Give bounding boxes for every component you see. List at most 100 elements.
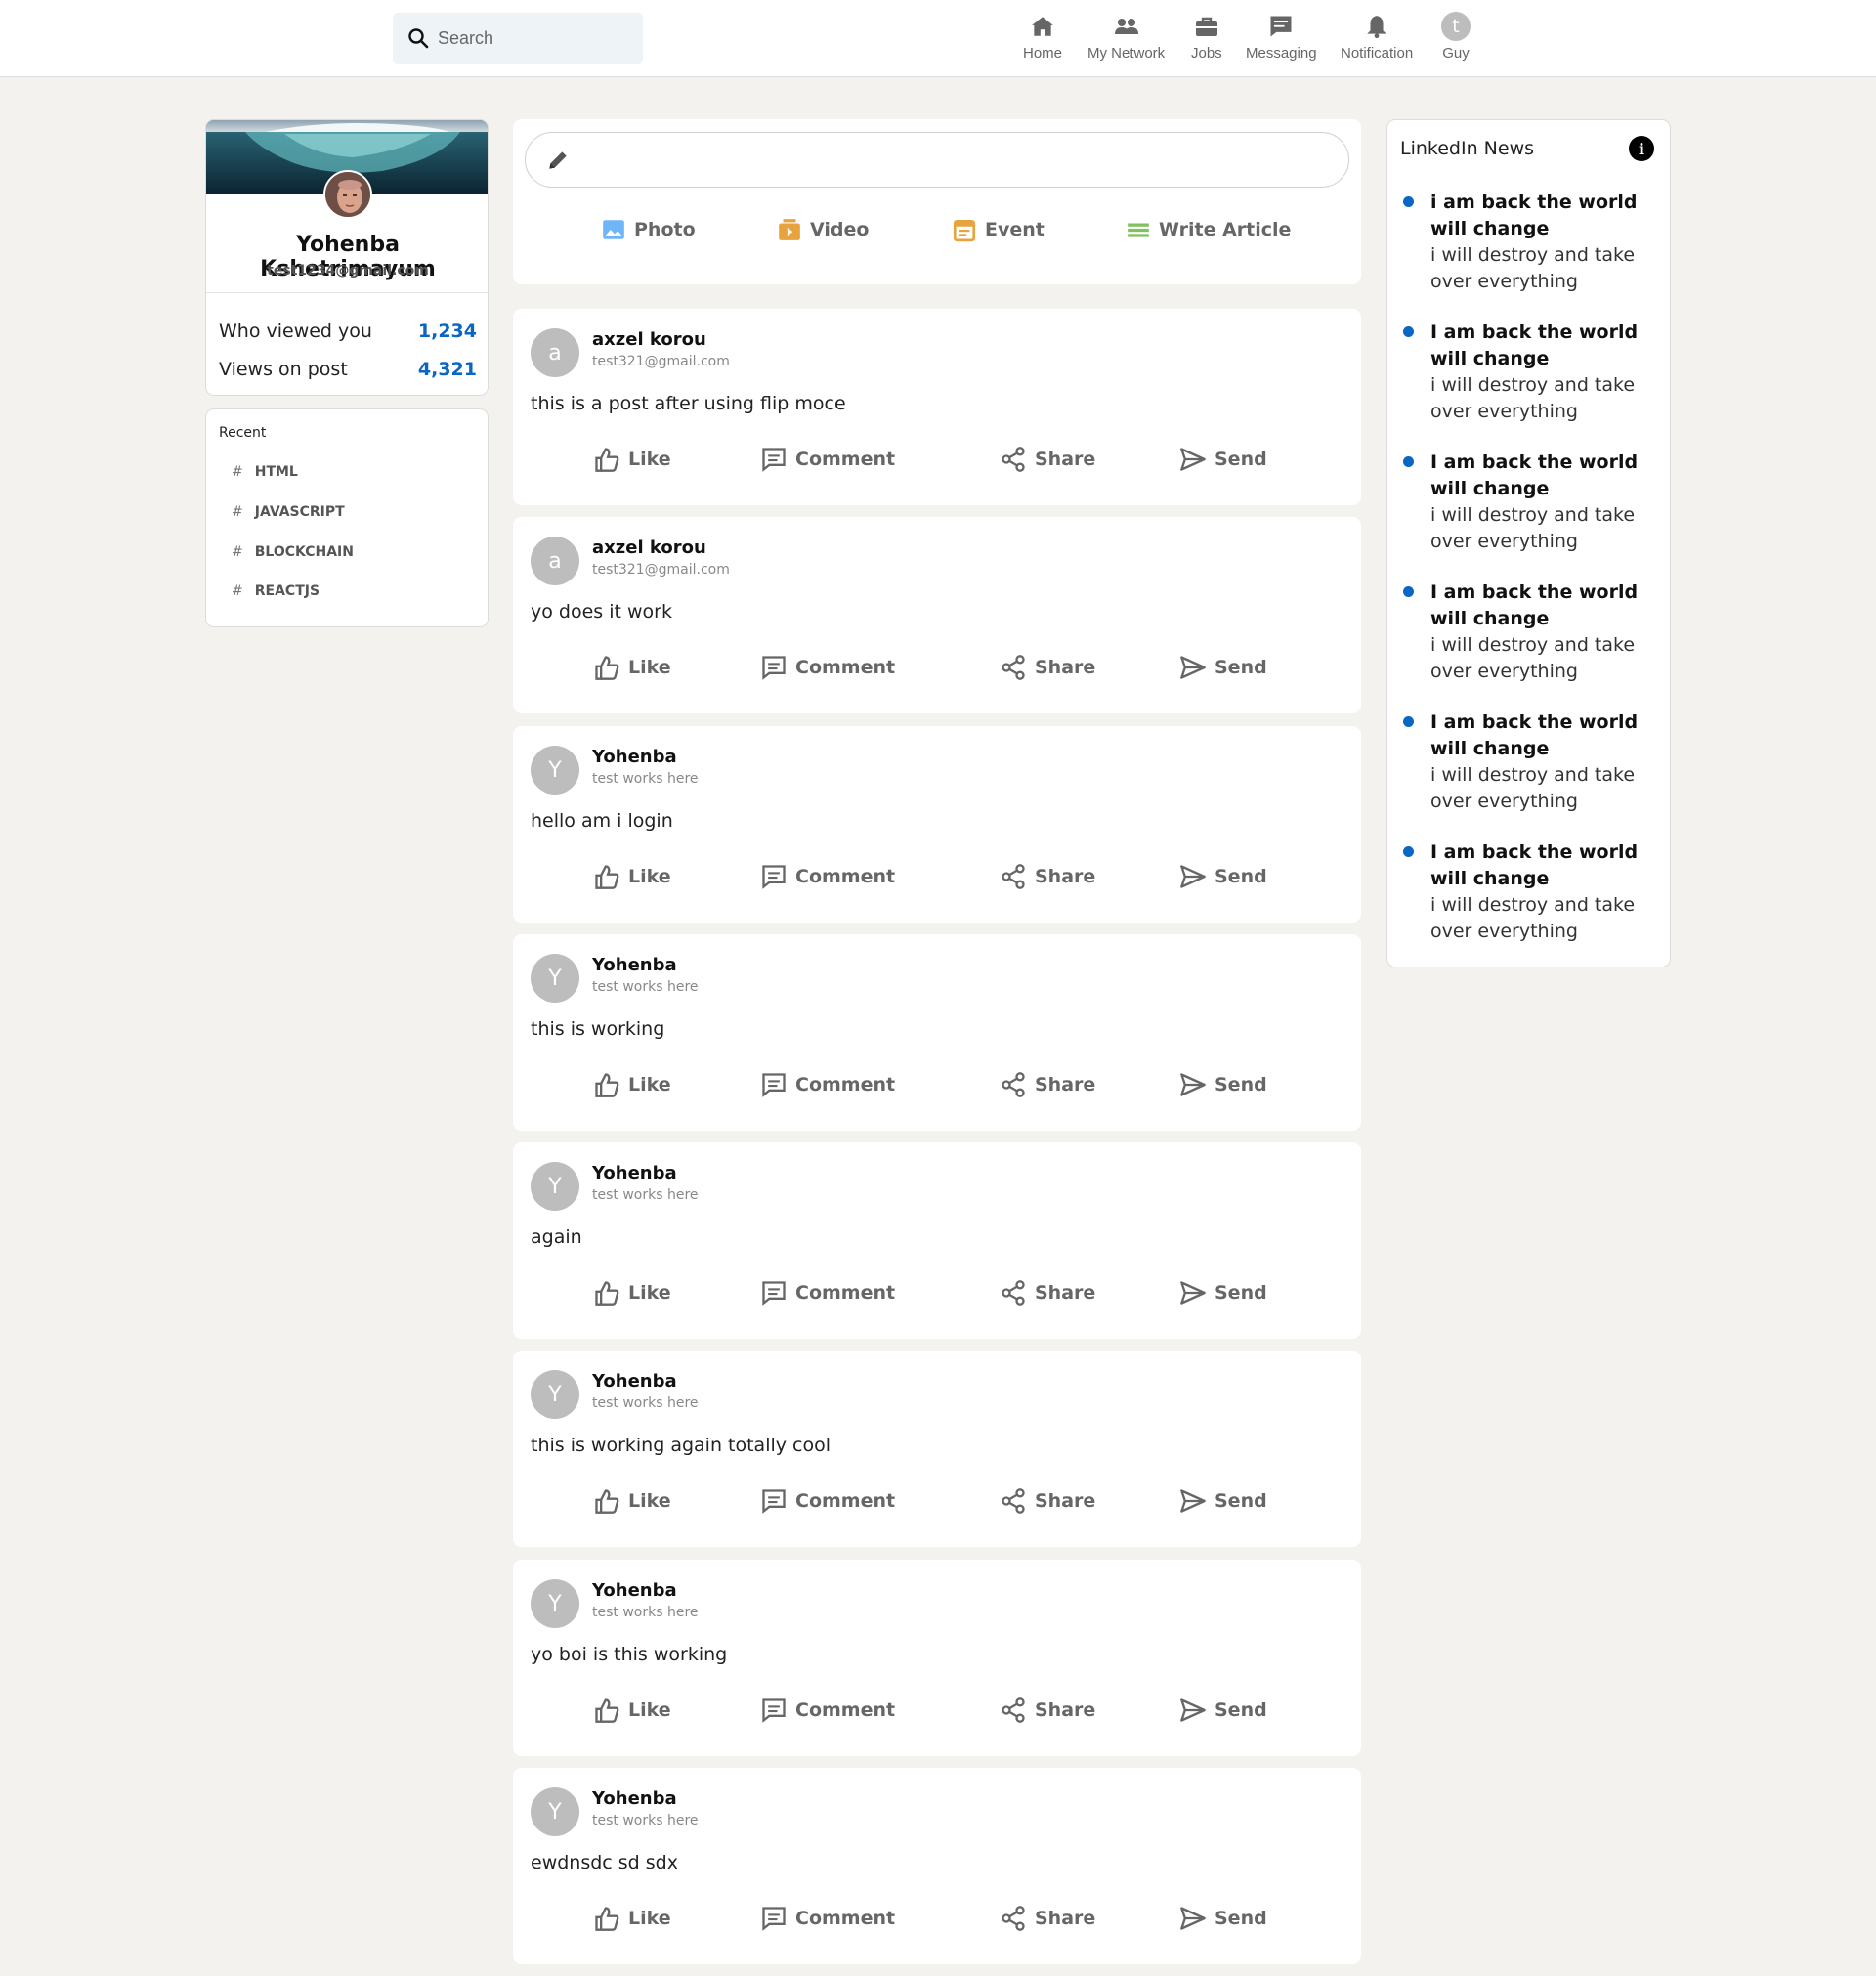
search-bar[interactable] [393, 13, 643, 64]
news-item[interactable]: I am back the world will change i will de… [1400, 839, 1659, 945]
start-post-input[interactable] [525, 132, 1349, 188]
post-share-button[interactable]: Share [1000, 654, 1095, 681]
post-author-name[interactable]: Yohenba [592, 955, 677, 975]
post-author-name[interactable]: axzel korou [592, 537, 706, 558]
post-share-label: Share [1035, 1074, 1096, 1095]
post-send-button[interactable]: Send [1179, 1279, 1267, 1307]
post-comment-button[interactable]: Comment [760, 863, 895, 890]
news-summary: i will destroy and take over everything [1430, 244, 1636, 292]
nav-messaging[interactable]: Messaging [1246, 12, 1317, 62]
post-comment-button[interactable]: Comment [760, 654, 895, 681]
write-article-button[interactable]: Write Article [1126, 217, 1291, 242]
post-like-button[interactable]: Like [593, 1487, 671, 1515]
post-author-avatar[interactable]: a [531, 328, 579, 377]
event-icon [953, 219, 976, 242]
nav-home[interactable]: Home [1023, 12, 1062, 62]
news-item[interactable]: I am back the world will change i will de… [1400, 450, 1659, 555]
post-share-button[interactable]: Share [1000, 1697, 1095, 1724]
share-video-button[interactable]: Video [777, 217, 869, 242]
bullet-dot-icon [1403, 586, 1414, 597]
post-author-name[interactable]: Yohenba [592, 1371, 677, 1392]
post-comment-button[interactable]: Comment [760, 1905, 895, 1932]
post-share-button[interactable]: Share [1000, 863, 1095, 890]
message-icon [1270, 16, 1292, 37]
search-input[interactable] [438, 27, 623, 49]
post-like-button[interactable]: Like [593, 1071, 671, 1098]
info-icon[interactable]: i [1629, 136, 1654, 161]
profile-photo[interactable] [323, 170, 372, 219]
post-comment-button[interactable]: Comment [760, 1279, 895, 1307]
news-item[interactable]: i am back the world will change i will de… [1400, 190, 1659, 295]
post-like-button[interactable]: Like [593, 446, 671, 473]
post-send-button[interactable]: Send [1179, 1905, 1267, 1932]
nav-my-network[interactable]: My Network [1087, 12, 1165, 62]
post-like-label: Like [628, 1908, 671, 1929]
share-icon [1002, 1072, 1025, 1097]
post-send-button[interactable]: Send [1179, 1487, 1267, 1515]
news-headline: I am back the world will change [1430, 581, 1639, 629]
post-comment-button[interactable]: Comment [760, 1071, 895, 1098]
post-author-avatar[interactable]: Y [531, 1579, 579, 1628]
post-share-button[interactable]: Share [1000, 1487, 1095, 1515]
profile-photo-image [325, 172, 370, 217]
post-like-label: Like [628, 1074, 671, 1095]
stat-who-viewed[interactable]: Who viewed you 1,234 [219, 321, 477, 342]
post-author-avatar[interactable]: Y [531, 746, 579, 795]
post-share-button[interactable]: Share [1000, 446, 1095, 473]
post-like-button[interactable]: Like [593, 863, 671, 890]
post-send-label: Send [1215, 657, 1267, 678]
post-author-name[interactable]: axzel korou [592, 329, 706, 350]
post-share-button[interactable]: Share [1000, 1905, 1095, 1932]
recent-item-html[interactable]: # HTML [232, 464, 298, 480]
post-author-avatar[interactable]: Y [531, 1787, 579, 1836]
post-share-label: Share [1035, 657, 1096, 678]
nav-jobs-label: Jobs [1191, 45, 1222, 62]
post-comment-button[interactable]: Comment [760, 1487, 895, 1515]
post-author-avatar[interactable]: Y [531, 954, 579, 1003]
post-share-button[interactable]: Share [1000, 1071, 1095, 1098]
share-event-button[interactable]: Event [952, 217, 1045, 242]
post-send-button[interactable]: Send [1179, 863, 1267, 890]
post-text: this is working again totally cool [531, 1435, 831, 1456]
like-icon [595, 865, 619, 889]
news-item[interactable]: I am back the world will change i will de… [1400, 580, 1659, 685]
top-navbar: Home My Network Jobs Messaging Notificat… [0, 0, 1876, 77]
post-like-button[interactable]: Like [593, 1905, 671, 1932]
post-like-button[interactable]: Like [593, 654, 671, 681]
post-author-name[interactable]: Yohenba [592, 747, 677, 767]
send-icon [1180, 1281, 1206, 1305]
share-photo-button[interactable]: Photo [601, 217, 696, 242]
post-send-button[interactable]: Send [1179, 1071, 1267, 1098]
post-author-name[interactable]: Yohenba [592, 1788, 677, 1809]
nav-notification[interactable]: Notification [1341, 12, 1413, 62]
stat-views-on-post[interactable]: Views on post 4,321 [219, 359, 477, 380]
post-like-button[interactable]: Like [593, 1279, 671, 1307]
post-send-button[interactable]: Send [1179, 1697, 1267, 1724]
news-summary: i will destroy and take over everything [1430, 504, 1636, 552]
post-send-button[interactable]: Send [1179, 654, 1267, 681]
post-author-avatar[interactable]: Y [531, 1370, 579, 1419]
stat-label: Views on post [219, 359, 348, 380]
news-title: LinkedIn News [1400, 138, 1535, 159]
post-comment-button[interactable]: Comment [760, 446, 895, 473]
post-share-button[interactable]: Share [1000, 1279, 1095, 1307]
post-send-button[interactable]: Send [1179, 446, 1267, 473]
post-send-label: Send [1215, 1908, 1267, 1929]
post-author-avatar[interactable]: Y [531, 1162, 579, 1211]
recent-item-reactjs[interactable]: # REACTJS [232, 583, 320, 599]
recent-item-blockchain[interactable]: # BLOCKCHAIN [232, 544, 354, 560]
nav-jobs[interactable]: Jobs [1191, 12, 1222, 62]
recent-item-javascript[interactable]: # JAVASCRIPT [232, 504, 345, 520]
post-author-avatar[interactable]: a [531, 537, 579, 585]
news-item[interactable]: I am back the world will change i will de… [1400, 709, 1659, 815]
post-like-button[interactable]: Like [593, 1697, 671, 1724]
news-item[interactable]: I am back the world will change i will de… [1400, 320, 1659, 425]
post-share-label: Share [1035, 1490, 1096, 1512]
feed-post: Y Yohenba test works here yo boi is this wo… [513, 1560, 1361, 1756]
post-comment-button[interactable]: Comment [760, 1697, 895, 1724]
post-author-name[interactable]: Yohenba [592, 1163, 677, 1183]
bullet-dot-icon [1403, 456, 1414, 467]
nav-profile[interactable]: t Guy [1441, 12, 1471, 62]
post-like-label: Like [628, 1282, 671, 1304]
post-author-name[interactable]: Yohenba [592, 1580, 677, 1601]
